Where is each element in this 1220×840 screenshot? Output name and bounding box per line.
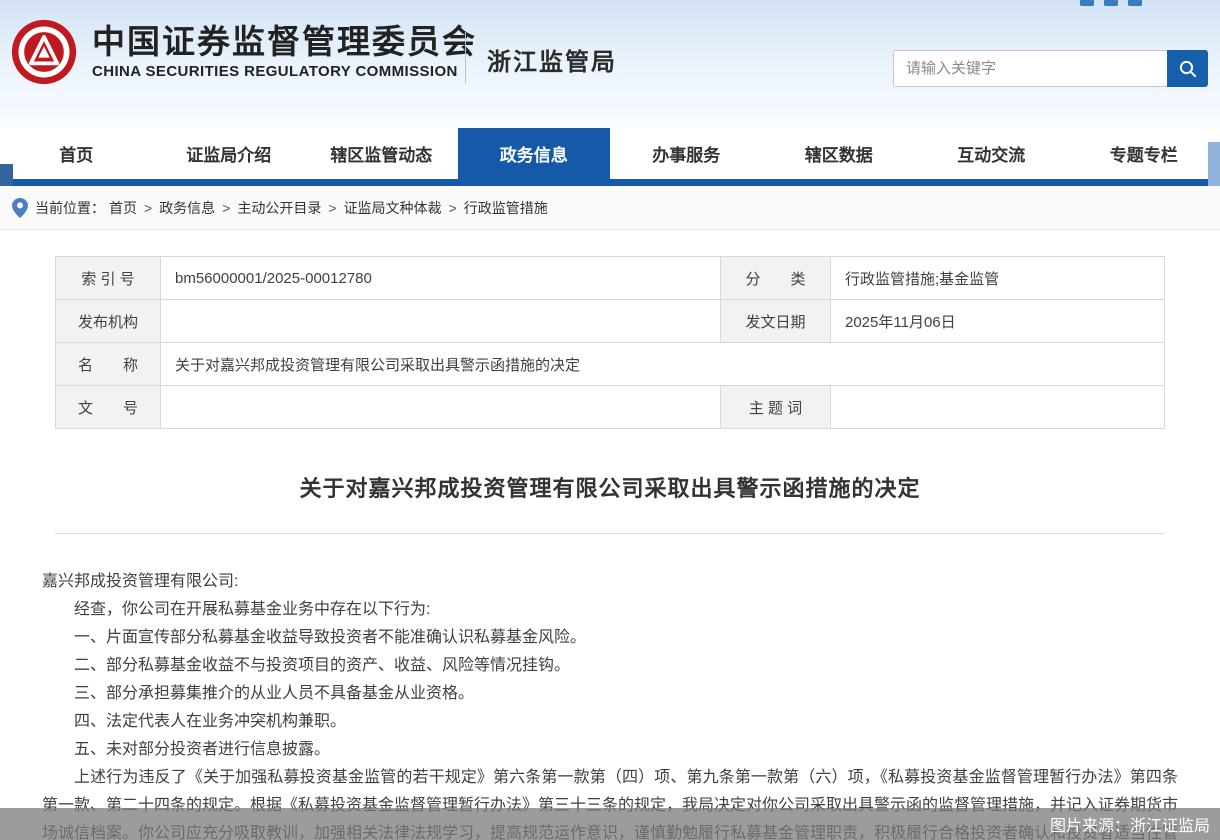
- search-button[interactable]: [1167, 50, 1208, 87]
- meta-table: 索 引 号 bm56000001/2025-00012780 分 类 行政监管措…: [55, 256, 1165, 429]
- bureau-name: 浙江监管局: [487, 42, 617, 77]
- breadcrumb-separator: >: [449, 200, 457, 216]
- meta-value-issue-date: 2025年11月06日: [831, 300, 1165, 343]
- nav-item-regional-news[interactable]: 辖区监管动态: [305, 128, 458, 179]
- breadcrumb-separator: >: [144, 200, 152, 216]
- nav-item-home[interactable]: 首页: [0, 128, 153, 179]
- table-row: 索 引 号 bm56000001/2025-00012780 分 类 行政监管措…: [56, 257, 1165, 300]
- doc-paragraph-salutation: 嘉兴邦成投资管理有限公司:: [42, 568, 1178, 596]
- search-icon: [1178, 59, 1198, 79]
- org-name-en: CHINA SECURITIES REGULATORY COMMISSION: [92, 63, 477, 80]
- nav-left-decoration: [0, 164, 13, 186]
- table-row: 名 称 关于对嘉兴邦成投资管理有限公司采取出具警示函措施的决定: [56, 343, 1165, 386]
- meta-value-category: 行政监管措施;基金监管: [831, 257, 1165, 300]
- nav-item-bureau-intro[interactable]: 证监局介绍: [153, 128, 306, 179]
- meta-value-doc-no: [161, 386, 721, 429]
- table-row: 发布机构 发文日期 2025年11月06日: [56, 300, 1165, 343]
- meta-label-issuing-org: 发布机构: [56, 300, 161, 343]
- breadcrumb: 当前位置： 首页 > 政务信息 > 主动公开目录 > 证监局文种体裁 > 行政监…: [0, 186, 1220, 230]
- meta-value-keywords: [831, 386, 1165, 429]
- image-source-label: 图片来源：浙江证监局: [1050, 812, 1210, 836]
- meta-value-name: 关于对嘉兴邦成投资管理有限公司采取出具警示函措施的决定: [161, 343, 1165, 386]
- breadcrumb-separator: >: [328, 200, 336, 216]
- meta-label-index-no: 索 引 号: [56, 257, 161, 300]
- nav-item-interaction[interactable]: 互动交流: [915, 128, 1068, 179]
- meta-label-keywords: 主 题 词: [721, 386, 831, 429]
- meta-label-issue-date: 发文日期: [721, 300, 831, 343]
- breadcrumb-item-open-directory[interactable]: 主动公开目录: [237, 198, 321, 218]
- csrc-seal-logo: [10, 18, 78, 86]
- doc-paragraph-item-1: 一、片面宣传部分私募基金收益导致投资者不能准确认识私募基金风险。: [42, 624, 1178, 652]
- brand: 中国证券监督管理委员会 CHINA SECURITIES REGULATORY …: [10, 18, 477, 86]
- nav-item-regional-data[interactable]: 辖区数据: [763, 128, 916, 179]
- header-divider: [465, 32, 466, 84]
- org-title-block: 中国证券监督管理委员会 CHINA SECURITIES REGULATORY …: [92, 24, 477, 80]
- nav-item-gov-info[interactable]: 政务信息: [458, 128, 611, 179]
- meta-label-doc-no: 文 号: [56, 386, 161, 429]
- org-name-cn: 中国证券监督管理委员会: [92, 24, 477, 60]
- breadcrumb-item-admin-measures[interactable]: 行政监管措施: [464, 198, 548, 218]
- breadcrumb-item-gov-info[interactable]: 政务信息: [159, 198, 215, 218]
- table-row: 文 号 主 题 词: [56, 386, 1165, 429]
- breadcrumb-prefix: 当前位置：: [35, 198, 105, 218]
- nav-item-special-topics[interactable]: 专题专栏: [1068, 128, 1220, 179]
- breadcrumb-separator: >: [222, 200, 230, 216]
- image-source-band: 图片来源：浙江证监局: [0, 808, 1220, 840]
- doc-paragraph-item-3: 三、部分承担募集推介的从业人员不具备基金从业资格。: [42, 680, 1178, 708]
- site-header: 中国证券监督管理委员会 CHINA SECURITIES REGULATORY …: [0, 0, 1220, 128]
- meta-label-category: 分 类: [721, 257, 831, 300]
- breadcrumb-item-doc-types[interactable]: 证监局文种体裁: [344, 198, 442, 218]
- doc-paragraph-item-5: 五、未对部分投资者进行信息披露。: [42, 736, 1178, 764]
- nav-right-decoration: [1208, 142, 1220, 186]
- document-body: 嘉兴邦成投资管理有限公司: 经查，你公司在开展私募基金业务中存在以下行为: 一、…: [0, 534, 1220, 840]
- doc-paragraph-item-2: 二、部分私募基金收益不与投资项目的资产、收益、风险等情况挂钩。: [42, 652, 1178, 680]
- meta-label-name: 名 称: [56, 343, 161, 386]
- breadcrumb-item-home[interactable]: 首页: [109, 198, 137, 218]
- main-nav: 首页 证监局介绍 辖区监管动态 政务信息 办事服务 辖区数据 互动交流 专题专栏: [0, 128, 1220, 186]
- page: 中国证券监督管理委员会 CHINA SECURITIES REGULATORY …: [0, 0, 1220, 840]
- page-title: 关于对嘉兴邦成投资管理有限公司采取出具警示函措施的决定: [0, 471, 1220, 503]
- document-meta: 索 引 号 bm56000001/2025-00012780 分 类 行政监管措…: [0, 230, 1220, 429]
- doc-paragraph-item-4: 四、法定代表人在业务冲突机构兼职。: [42, 708, 1178, 736]
- doc-paragraph-intro: 经查，你公司在开展私募基金业务中存在以下行为:: [42, 596, 1178, 624]
- meta-value-issuing-org: [161, 300, 721, 343]
- nav-item-services[interactable]: 办事服务: [610, 128, 763, 179]
- search-input[interactable]: [893, 50, 1167, 87]
- site-search: [893, 50, 1208, 87]
- location-pin-icon: [12, 198, 28, 218]
- meta-value-index-no: bm56000001/2025-00012780: [161, 257, 721, 300]
- topbar-clipped-links[interactable]: [1080, 0, 1142, 8]
